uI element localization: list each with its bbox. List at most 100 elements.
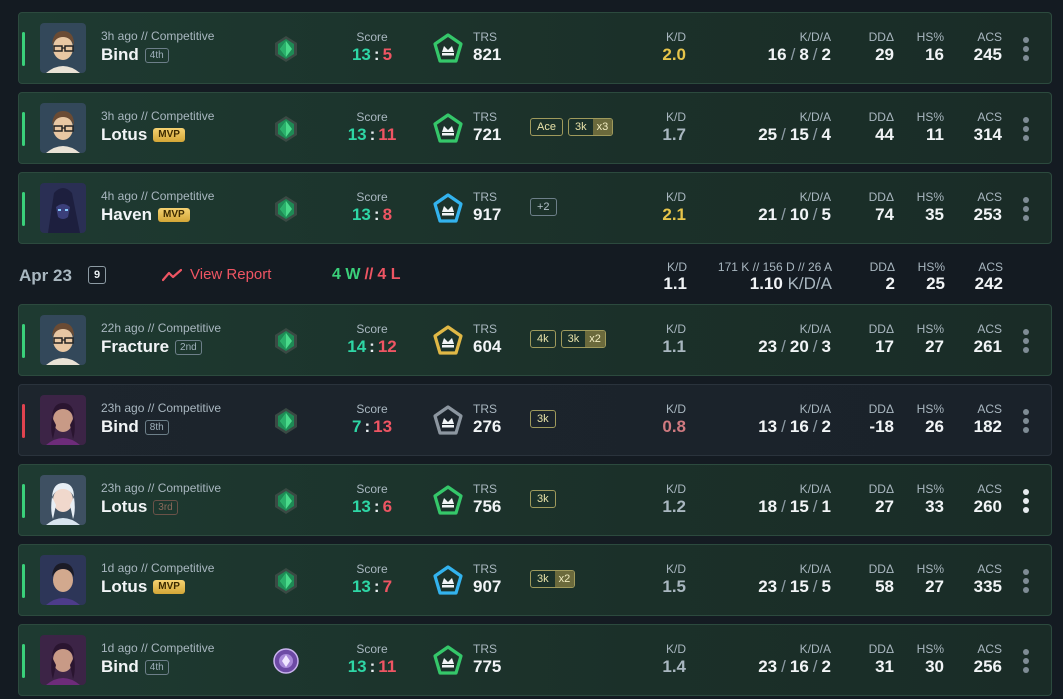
score-label: Score [356,562,388,576]
more-options-icon[interactable] [1023,37,1029,61]
highlight-badge: 3k x2 [560,330,606,348]
dd-value: 27 [875,497,894,516]
score-colon: : [373,497,380,516]
placement-badge: 8th [144,419,169,435]
emerald-icon [273,487,299,515]
kda-label: K/D/A [799,190,831,204]
agent-avatar [40,555,86,605]
kda-separator: / [781,417,786,436]
trs-value: 756 [473,497,502,516]
acs-label: ACS [977,110,1002,124]
kd-value: 1.1 [662,337,686,356]
match-row[interactable]: 23h ago // Competitive Lotus 3rd Score 13:6 T… [18,464,1052,536]
score-enemy: 5 [382,45,393,64]
dd-label: DDΔ [868,562,894,576]
kda-value: 18/15/1 [758,497,831,517]
match-time-mode: 1d ago // Competitive [101,641,215,655]
acs-value: 256 [973,657,1002,676]
trs-label: TRS [473,562,497,576]
kd-label: K/D [665,482,686,496]
deaths: 16 [789,657,809,676]
day-acs-label: ACS [978,260,1003,274]
highlight-badge-multiplier: x2 [554,571,575,587]
assists: 2 [821,657,831,676]
trs-value: 276 [473,417,502,436]
hs-label: HS% [916,322,944,336]
highlight-badges: 3k [530,490,556,508]
trs-label: TRS [473,322,497,336]
deaths: 15 [789,577,809,596]
mvp-badge: MVP [153,128,185,142]
match-row[interactable]: 4h ago // Competitive Haven MVP Score 13:8 TR… [18,172,1052,244]
trs-crown-icon [432,113,464,145]
placement-badge: 3rd [153,499,178,515]
highlight-badge-label: 3k [537,493,549,505]
dd-value: 17 [875,337,894,356]
match-row[interactable]: 3h ago // Competitive Lotus MVP Score 13:11 T… [18,92,1052,164]
kd-value: 1.5 [662,577,686,596]
highlight-badge-multiplier: x2 [585,331,605,347]
view-report-link[interactable]: View Report [162,266,271,283]
kda-separator: / [812,125,818,144]
hs-value: 27 [925,337,944,356]
deaths: 10 [789,205,809,224]
more-options-icon[interactable] [1023,569,1029,593]
score-label: Score [356,322,388,336]
trs-label: TRS [473,642,497,656]
hs-value: 16 [925,45,944,64]
more-options-icon[interactable] [1023,197,1029,221]
kda-label: K/D/A [799,30,831,44]
hs-label: HS% [916,482,944,496]
match-time-mode: 22h ago // Competitive [101,321,222,335]
match-row[interactable]: 3h ago // Competitive Bind 4th Score 13:5 TRS… [18,12,1052,84]
map-name: Lotus [101,125,148,144]
more-options-icon[interactable] [1023,489,1029,513]
emerald-icon [273,195,299,223]
mvp-badge: MVP [153,580,185,594]
kda-separator: / [812,45,818,64]
kd-label: K/D [665,110,686,124]
match-row[interactable]: 22h ago // Competitive Fracture 2nd Score 14… [18,304,1052,376]
match-time-mode: 4h ago // Competitive [101,189,215,203]
match-row[interactable]: 23h ago // Competitive Bind 8th Score 7:13 TR… [18,384,1052,456]
score-enemy: 11 [378,125,397,144]
kd-label: K/D [665,562,686,576]
more-options-icon[interactable] [1023,649,1029,673]
more-options-icon[interactable] [1023,117,1029,141]
trs-value: 907 [473,577,502,596]
dd-value: 44 [875,125,894,144]
acs-value: 182 [973,417,1002,436]
score-colon: : [373,205,380,224]
kda-label: K/D/A [799,322,831,336]
map-name: Bind [101,657,139,676]
kills: 21 [758,205,778,224]
loss-indicator [22,404,25,438]
trs-crown-icon [432,33,464,65]
map-name: Bind [101,417,139,436]
acs-value: 253 [973,205,1002,224]
highlight-badge-label: 3k [567,333,580,345]
trs-crown-icon [432,325,464,357]
match-row[interactable]: 1d ago // Competitive Lotus MVP Score 13:7 TR… [18,544,1052,616]
agent-avatar [40,635,86,685]
score-colon: : [373,577,380,596]
kills: 13 [758,417,778,436]
more-options-icon[interactable] [1023,329,1029,353]
acs-value: 314 [973,125,1002,144]
score-team: 13 [351,497,371,516]
score-enemy: 11 [378,657,397,676]
score-label: Score [356,110,388,124]
map-name: Fracture [101,337,170,356]
match-row[interactable]: 1d ago // Competitive Bind 4th Score 13:11 TR… [18,624,1052,696]
score-label: Score [356,642,388,656]
highlight-badge-multiplier: x3 [592,119,613,135]
score-colon: : [369,337,375,356]
highlight-badge-label: 3k [537,573,549,585]
map-line: Lotus MVP [101,125,185,145]
kda-label: K/D/A [799,482,831,496]
trs-crown-icon [432,565,464,597]
agent-avatar [40,475,86,525]
kda-separator: / [781,337,786,356]
trs-crown-icon [432,405,464,437]
more-options-icon[interactable] [1023,409,1029,433]
